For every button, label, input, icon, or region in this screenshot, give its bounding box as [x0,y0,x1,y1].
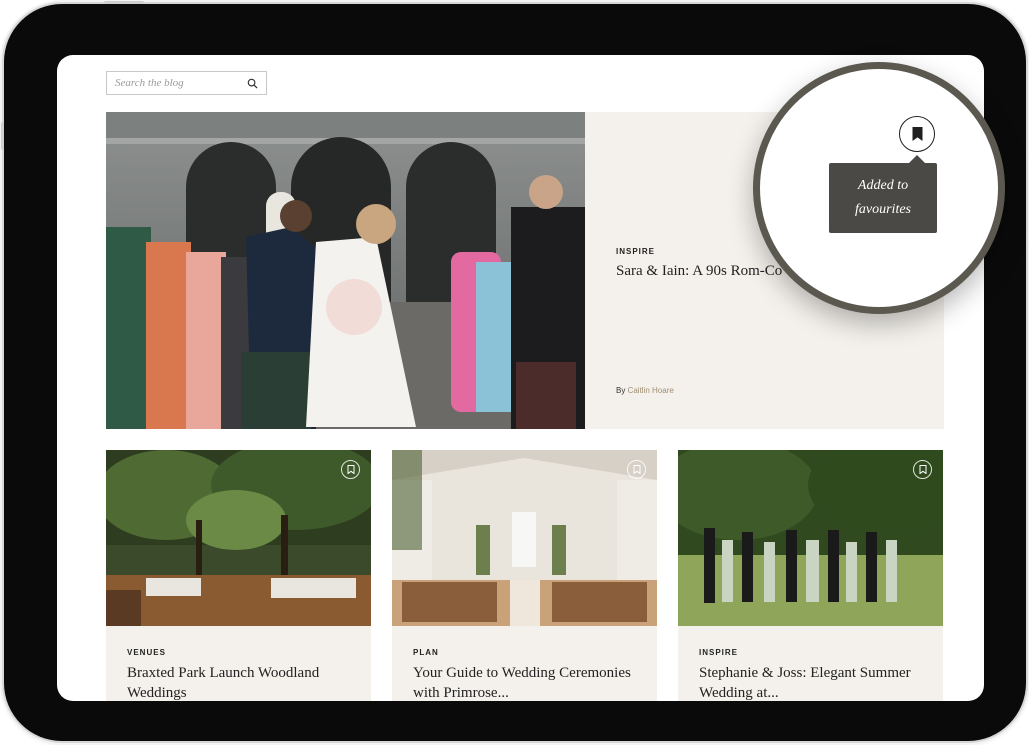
power-button [104,1,144,4]
post-card[interactable]: PLAN Your Guide to Wedding Ceremonies wi… [392,450,657,701]
volume-button [1,122,4,150]
byline-label: By [616,386,626,395]
bookmark-icon[interactable] [913,460,932,479]
card-title[interactable]: Braxted Park Launch Woodland Weddings [127,663,357,701]
post-card[interactable]: INSPIRE Stephanie & Joss: Elegant Summer… [678,450,943,701]
bookmark-icon[interactable] [899,116,935,152]
featured-category: INSPIRE [616,247,656,256]
search-icon[interactable] [247,78,258,89]
post-card[interactable]: VENUES Braxted Park Launch Woodland Wedd… [106,450,371,701]
card-category: INSPIRE [699,648,739,657]
card-title[interactable]: Your Guide to Wedding Ceremonies with Pr… [413,663,643,701]
search-box[interactable] [106,71,267,95]
bookmark-icon[interactable] [341,460,360,479]
featured-title[interactable]: Sara & Iain: A 90s Rom-Co [616,263,782,280]
tooltip-line1: Added to [857,178,909,193]
card-category: VENUES [127,648,166,657]
author-link[interactable]: Caitlin Hoare [628,386,674,395]
featured-byline: By Caitlin Hoare [616,386,674,395]
card-photo[interactable] [392,450,657,626]
card-photo[interactable] [106,450,371,626]
card-title[interactable]: Stephanie & Joss: Elegant Summer Wedding… [699,663,929,701]
tooltip-arrow [909,155,925,163]
favourite-tooltip: Added to favourites [829,163,937,233]
card-photo[interactable] [678,450,943,626]
bookmark-icon[interactable] [627,460,646,479]
card-category: PLAN [413,648,439,657]
tooltip-line2: favourites [855,202,911,217]
zoom-callout: Added to favourites [753,62,1005,314]
search-input[interactable] [115,77,247,89]
featured-photo[interactable] [106,112,585,429]
